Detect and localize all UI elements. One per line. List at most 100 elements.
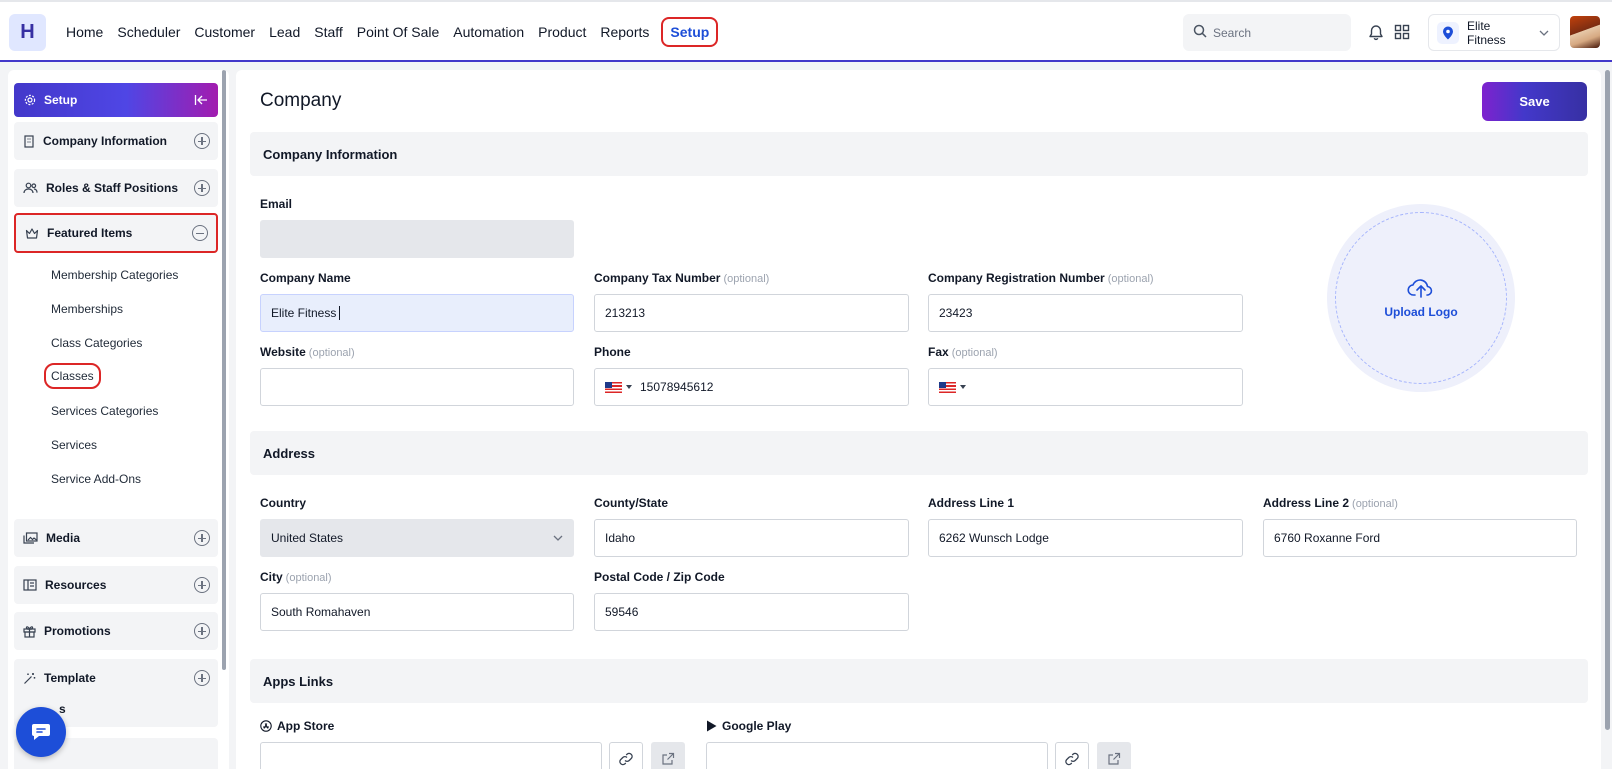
nav-home[interactable]: Home [66, 24, 103, 40]
bell-icon[interactable] [1367, 23, 1385, 41]
google-play-open-button[interactable] [1097, 742, 1131, 769]
fax-field[interactable] [928, 368, 1243, 406]
caret-down-icon[interactable] [626, 385, 632, 389]
sidebar-scrollbar[interactable] [222, 70, 226, 670]
us-flag-icon[interactable] [939, 381, 956, 393]
expand-icon[interactable] [194, 530, 210, 546]
country-label: Country [260, 496, 306, 510]
nav-scheduler[interactable]: Scheduler [117, 24, 180, 40]
upload-logo-label: Upload Logo [1384, 305, 1458, 319]
collapse-icon[interactable] [192, 225, 208, 241]
google-play-field[interactable] [706, 742, 1048, 769]
registration-number-field[interactable]: 23423 [928, 294, 1243, 332]
nav-automation[interactable]: Automation [453, 24, 524, 40]
chat-button[interactable] [16, 707, 66, 757]
nav-reports[interactable]: Reports [600, 24, 649, 40]
sidebar-item-service-add-ons[interactable]: Service Add-Ons [51, 472, 141, 486]
sidebar-item-classes[interactable]: Classes [44, 363, 101, 389]
resources-icon [23, 579, 37, 591]
sidebar-item-services-categories[interactable]: Services Categories [51, 404, 158, 418]
main-nav: Home Scheduler Customer Lead Staff Point… [66, 2, 719, 62]
app-logo[interactable]: H [9, 14, 46, 51]
sidebar-item-membership-categories[interactable]: Membership Categories [51, 268, 178, 282]
sidebar-section-featured-items[interactable]: Featured Items [14, 213, 218, 253]
sidebar-section-resources[interactable]: Resources [14, 566, 218, 604]
state-field[interactable]: Idaho [594, 519, 909, 557]
nav-staff[interactable]: Staff [314, 24, 343, 40]
sidebar: Setup Company Information Roles & Staff … [8, 70, 229, 769]
sidebar-item-memberships[interactable]: Memberships [51, 302, 123, 316]
upload-logo-dropzone[interactable]: Upload Logo [1335, 212, 1507, 384]
collapse-sidebar-icon[interactable] [194, 94, 208, 106]
sidebar-title: Setup [44, 93, 78, 107]
sidebar-section-label: Template [44, 671, 96, 685]
google-play-icon [706, 720, 717, 732]
phone-label: Phone [594, 345, 631, 359]
search-box[interactable] [1183, 14, 1351, 51]
caret-down-icon[interactable] [960, 385, 966, 389]
state-label: County/State [594, 496, 669, 510]
app-store-link-button[interactable] [609, 742, 643, 769]
company-name-label: Company Name [260, 271, 351, 285]
postal-code-field[interactable]: 59546 [594, 593, 909, 631]
sidebar-section-promotions[interactable]: Promotions [14, 612, 218, 650]
address-line-1-field[interactable]: 6262 Wunsch Lodge [928, 519, 1243, 557]
google-play-link-button[interactable] [1055, 742, 1089, 769]
main-scrollbar[interactable] [1605, 70, 1610, 730]
sidebar-section-label: Roles & Staff Positions [46, 181, 179, 195]
address-line-2-field[interactable]: 6760 Roxanne Ford [1263, 519, 1577, 557]
external-link-icon [1107, 752, 1121, 766]
expand-icon[interactable] [194, 670, 210, 686]
section-company-information: Company Information [250, 132, 1588, 176]
tax-number-label: Company Tax Number (optional) [594, 271, 770, 285]
email-field[interactable] [260, 220, 574, 258]
app-store-field[interactable] [260, 742, 602, 769]
company-name-field[interactable]: Elite Fitness [260, 294, 574, 332]
apps-grid-icon[interactable] [1393, 23, 1411, 41]
sidebar-item-class-categories[interactable]: Class Categories [51, 336, 142, 350]
expand-icon[interactable] [194, 180, 210, 196]
tax-number-field[interactable]: 213213 [594, 294, 909, 332]
website-field[interactable] [260, 368, 574, 406]
sidebar-section-label: Media [46, 531, 81, 545]
external-link-icon [661, 752, 675, 766]
search-input[interactable] [1213, 25, 1343, 40]
us-flag-icon[interactable] [605, 381, 622, 393]
link-icon [618, 751, 634, 767]
sidebar-section-media[interactable]: Media [14, 519, 218, 557]
fax-label: Fax (optional) [928, 345, 998, 359]
user-avatar[interactable] [1570, 16, 1600, 48]
nav-setup[interactable]: Setup [661, 17, 719, 47]
chevron-down-icon [1539, 30, 1549, 36]
sidebar-section-label: Promotions [44, 624, 111, 638]
country-select[interactable]: United States [260, 519, 574, 557]
email-label: Email [260, 197, 293, 211]
nav-customer[interactable]: Customer [194, 24, 255, 40]
save-button[interactable]: Save [1482, 82, 1587, 121]
sidebar-section-roles[interactable]: Roles & Staff Positions [14, 169, 218, 207]
expand-icon[interactable] [194, 577, 210, 593]
app-store-open-button[interactable] [651, 742, 685, 769]
sidebar-section-label: Featured Items [47, 226, 133, 240]
sidebar-section-company-information[interactable]: Company Information [14, 122, 218, 160]
section-apps-links: Apps Links [250, 659, 1588, 703]
location-selector[interactable]: Elite Fitness [1428, 14, 1560, 51]
google-play-label-row: Google Play [706, 719, 791, 733]
users-icon [23, 182, 38, 194]
top-bar: H Home Scheduler Customer Lead Staff Poi… [0, 0, 1612, 62]
phone-field[interactable]: 15078945612 [594, 368, 909, 406]
postal-code-label: Postal Code / Zip Code [594, 570, 725, 584]
search-icon [1193, 24, 1207, 41]
country-value: United States [271, 531, 344, 545]
nav-product[interactable]: Product [538, 24, 586, 40]
nav-point-of-sale[interactable]: Point Of Sale [357, 24, 440, 40]
address-line-1-label: Address Line 1 [928, 496, 1015, 510]
nav-lead[interactable]: Lead [269, 24, 300, 40]
website-label: Website (optional) [260, 345, 355, 359]
expand-icon[interactable] [194, 623, 210, 639]
city-field[interactable]: South Romahaven [260, 593, 574, 631]
text-cursor [339, 306, 341, 320]
expand-icon[interactable] [194, 133, 210, 149]
upload-logo-area[interactable]: Upload Logo [1327, 204, 1515, 392]
sidebar-item-services[interactable]: Services [51, 438, 97, 452]
